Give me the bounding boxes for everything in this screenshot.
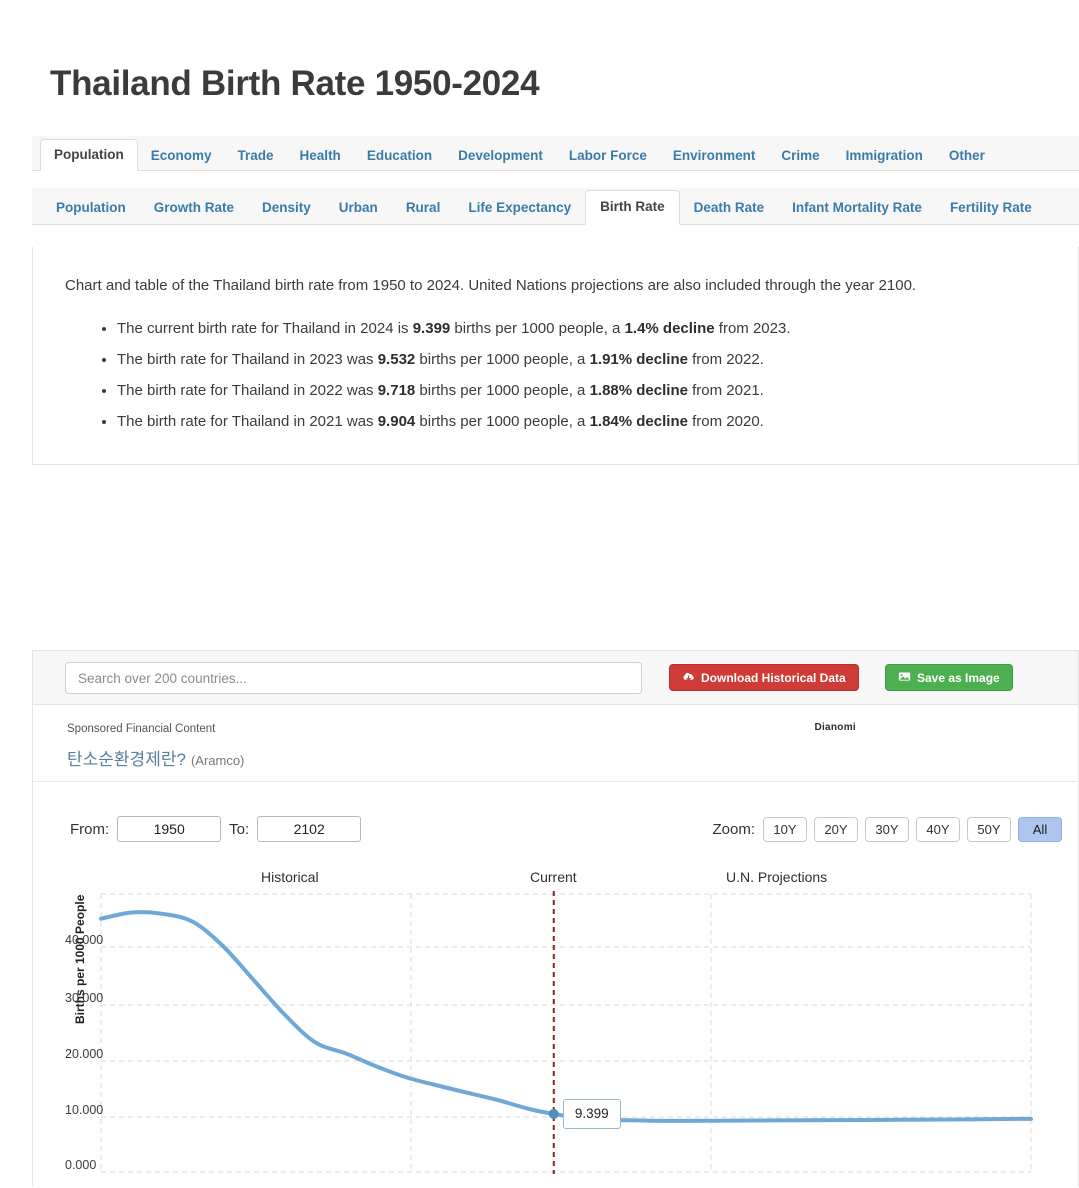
secondary-tab-growth-rate[interactable]: Growth Rate [140, 193, 248, 225]
y-tick-label: 30.000 [65, 991, 104, 1005]
sponsored-content-strip: Sponsored Financial Content Dianomi 탄소순환… [33, 705, 1078, 782]
bullet-suffix: from 2020. [687, 413, 764, 430]
primary-tab-other[interactable]: Other [936, 142, 998, 171]
zoom-button-20y[interactable]: 20Y [814, 817, 858, 842]
sponsored-headline-row[interactable]: 탄소순환경제란? (Aramco) [67, 745, 244, 770]
page-title: Thailand Birth Rate 1950-2024 [50, 64, 540, 103]
bullet-change: 1.84% decline [589, 413, 688, 430]
zoom-label: Zoom: [712, 821, 755, 838]
zoom-button-group: Zoom: 10Y 20Y 30Y 40Y 50Y All [712, 817, 1062, 842]
zoom-button-all[interactable]: All [1018, 817, 1062, 842]
description-bullet: The birth rate for Thailand in 2023 was … [117, 344, 790, 375]
bullet-prefix: The birth rate for Thailand in 2023 was [117, 351, 378, 368]
to-label: To: [229, 820, 250, 838]
download-historical-data-button[interactable]: Download Historical Data [669, 664, 859, 691]
bullet-middle: births per 1000 people, a [415, 413, 590, 430]
description-bullet: The birth rate for Thailand in 2021 was … [117, 406, 790, 437]
primary-tab-education[interactable]: Education [354, 142, 445, 171]
y-tick-label: 0.000 [65, 1158, 97, 1172]
download-button-label: Download Historical Data [701, 670, 846, 685]
bullet-middle: births per 1000 people, a [415, 351, 590, 368]
to-year-input[interactable] [257, 816, 362, 842]
description-intro: Chart and table of the Thailand birth ra… [65, 277, 917, 294]
bullet-suffix: from 2021. [687, 382, 764, 399]
save-button-label: Save as Image [917, 670, 1000, 685]
primary-tab-bar: Population Economy Trade Health Education Dev… [32, 136, 1079, 171]
year-range-group: From: To: [70, 816, 362, 842]
secondary-tab-life-expectancy[interactable]: Life Expectancy [454, 193, 585, 225]
from-year-input[interactable] [117, 816, 222, 842]
chart-toolbar: Download Historical Data Save as Image [33, 651, 1078, 705]
primary-tab-environment[interactable]: Environment [660, 142, 769, 171]
primary-tab-crime[interactable]: Crime [768, 142, 832, 171]
bullet-value: 9.718 [377, 382, 416, 399]
bullet-prefix: The birth rate for Thailand in 2022 was [117, 382, 378, 399]
description-bullet-list: The current birth rate for Thailand in 2… [95, 313, 790, 437]
secondary-tab-infant-mortality-rate[interactable]: Infant Mortality Rate [778, 193, 936, 225]
description-bullet: The current birth rate for Thailand in 2… [117, 313, 790, 344]
bullet-prefix: The current birth rate for Thailand in 2… [117, 320, 413, 337]
primary-tab-population[interactable]: Population [40, 138, 138, 171]
description-panel: Chart and table of the Thailand birth ra… [32, 247, 1079, 465]
zoom-buttons-list: 10Y 20Y 30Y 40Y 50Y All [763, 817, 1062, 842]
cloud-download-icon [682, 670, 695, 686]
secondary-tab-rural[interactable]: Rural [392, 193, 455, 225]
primary-tab-economy[interactable]: Economy [138, 142, 225, 171]
primary-tabs-list: Population Economy Trade Health Education Dev… [32, 136, 1079, 171]
secondary-tab-death-rate[interactable]: Death Rate [680, 193, 779, 225]
from-label: From: [70, 820, 110, 838]
bullet-change: 1.91% decline [589, 351, 688, 368]
chart-svg [99, 891, 1033, 1174]
primary-tab-labor-force[interactable]: Labor Force [556, 142, 660, 171]
secondary-tab-density[interactable]: Density [248, 193, 325, 225]
chart-plot-area: Historical Current U.N. Projections Birt… [33, 869, 1079, 1188]
advertisement-banner[interactable]: i × ♟✈♪■ TEMU Temu Google Play INSTALL [0, 480, 1079, 1072]
bullet-middle: births per 1000 people, a [415, 382, 590, 399]
secondary-tab-bar: Population Growth Rate Density Urban Rural Li… [32, 188, 1079, 225]
birth-rate-line [99, 910, 1033, 1123]
vertical-gridlines [100, 894, 1032, 1172]
chart-card: Download Historical Data Save as Image S… [32, 650, 1079, 1187]
secondary-tab-population[interactable]: Population [42, 193, 140, 225]
zoom-button-10y[interactable]: 10Y [763, 817, 807, 842]
chart-controls: From: To: Zoom: 10Y 20Y 30Y 40Y 50Y All [33, 811, 1078, 861]
current-value-tooltip: 9.399 [562, 1098, 621, 1129]
secondary-tabs-list: Population Growth Rate Density Urban Rural Li… [32, 188, 1079, 225]
sponsored-label: Sponsored Financial Content [67, 723, 216, 735]
current-data-point [548, 1108, 559, 1119]
bullet-change: 1.88% decline [589, 382, 688, 399]
secondary-tab-fertility-rate[interactable]: Fertility Rate [936, 193, 1046, 225]
bullet-prefix: The birth rate for Thailand in 2021 was [117, 413, 378, 430]
bullet-middle: births per 1000 people, a [450, 320, 625, 337]
sponsored-source: (Aramco) [190, 753, 245, 768]
y-tick-label: 40.000 [65, 933, 104, 947]
dianomi-logo: Dianomi [814, 722, 856, 733]
description-bullet: The birth rate for Thailand in 2022 was … [117, 375, 790, 406]
y-tick-label: 20.000 [65, 1047, 104, 1061]
zoom-button-40y[interactable]: 40Y [916, 817, 960, 842]
secondary-tab-urban[interactable]: Urban [325, 193, 392, 225]
primary-tab-development[interactable]: Development [445, 142, 556, 171]
secondary-tab-birth-rate[interactable]: Birth Rate [585, 189, 680, 225]
bullet-change: 1.4% decline [624, 320, 715, 337]
y-tick-label: 10.000 [65, 1103, 104, 1117]
primary-tab-immigration[interactable]: Immigration [833, 142, 936, 171]
bullet-suffix: from 2022. [687, 351, 764, 368]
sponsored-headline-link[interactable]: 탄소순환경제란? [67, 745, 186, 770]
image-icon [898, 670, 911, 686]
primary-tab-trade[interactable]: Trade [225, 142, 287, 171]
bullet-value: 9.532 [377, 351, 416, 368]
country-search-input[interactable] [65, 662, 642, 694]
save-as-image-button[interactable]: Save as Image [885, 664, 1013, 691]
bullet-value: 9.904 [377, 413, 416, 430]
bullet-suffix: from 2023. [714, 320, 791, 337]
bullet-value: 9.399 [412, 320, 451, 337]
zoom-button-30y[interactable]: 30Y [865, 817, 909, 842]
primary-tab-health[interactable]: Health [287, 142, 354, 171]
horizontal-gridlines [101, 893, 1031, 1173]
zoom-button-50y[interactable]: 50Y [967, 817, 1011, 842]
